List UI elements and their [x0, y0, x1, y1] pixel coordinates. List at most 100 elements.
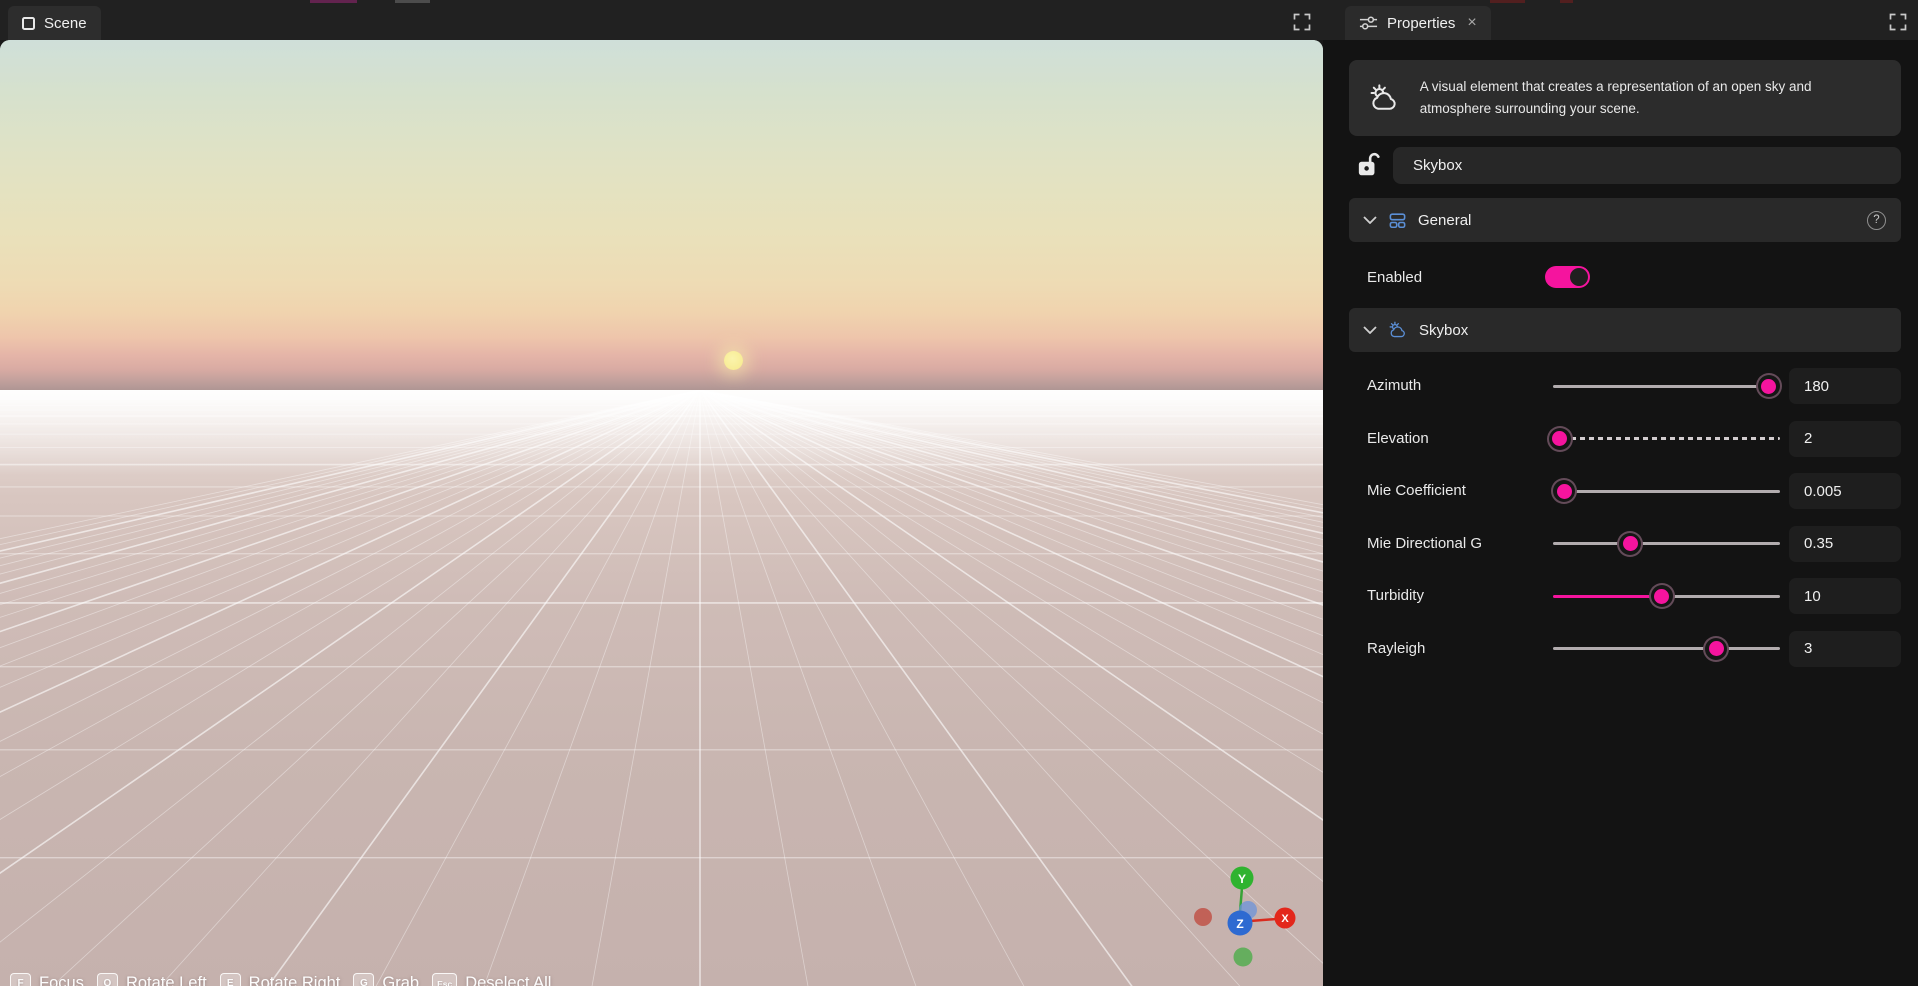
slider-label: Azimuth — [1367, 368, 1421, 404]
scene-expand-button[interactable] — [1293, 13, 1311, 31]
slider[interactable] — [1553, 421, 1780, 457]
slider-track[interactable] — [1553, 437, 1780, 440]
axis-gizmo[interactable]: Y Z X — [1180, 850, 1300, 986]
slider[interactable] — [1553, 578, 1780, 614]
component-description-box: A visual element that creates a represen… — [1349, 60, 1901, 136]
editor-app: Scene Properties × FFocusQRotate — [0, 0, 1918, 986]
slider-row: Mie Coefficient — [1323, 473, 1918, 509]
sky-gradient — [0, 40, 1323, 390]
fullscreen-icon — [1889, 13, 1907, 31]
slider-handle-dot — [1623, 536, 1638, 551]
slider-row: Rayleigh — [1323, 631, 1918, 667]
axis-neg-x-ball[interactable] — [1194, 908, 1212, 926]
perspective-grid — [0, 390, 1323, 986]
tab-properties[interactable]: Properties × — [1345, 6, 1491, 40]
slider-handle[interactable] — [1547, 426, 1573, 452]
slider-track[interactable] — [1553, 385, 1780, 388]
slider-handle[interactable] — [1756, 373, 1782, 399]
slider-handle-dot — [1654, 589, 1669, 604]
properties-tab-label: Properties — [1387, 15, 1455, 32]
entity-name-input[interactable] — [1393, 147, 1901, 184]
top-edge-fragment — [1490, 0, 1525, 3]
properties-expand-button[interactable] — [1889, 13, 1907, 31]
keycap: G — [353, 973, 374, 986]
slider-label: Rayleigh — [1367, 631, 1425, 667]
shortcut-hint: Esc Deselect All — [432, 973, 551, 986]
top-edge-fragment — [1560, 0, 1573, 3]
axis-y-ball[interactable]: Y — [1231, 867, 1254, 890]
slider-handle[interactable] — [1551, 478, 1577, 504]
keycap: E — [220, 973, 241, 986]
keycap: Q — [97, 973, 118, 986]
help-icon[interactable]: ? — [1867, 211, 1886, 230]
slider-value-input[interactable] — [1789, 368, 1901, 404]
lock-button[interactable] — [1356, 151, 1380, 179]
general-section-icon — [1388, 211, 1407, 230]
shortcut-hints-bar: FFocus QRotate Left ERotate Right G Grab Esc D… — [10, 973, 551, 986]
general-section-label: General — [1418, 212, 1471, 229]
slider-label: Elevation — [1367, 421, 1429, 457]
scene-viewport[interactable]: FFocus QRotate Left ERotate Right G Grab Esc D… — [0, 40, 1323, 986]
shortcut-label: Deselect All — [465, 974, 551, 986]
slider-label: Mie Coefficient — [1367, 473, 1466, 509]
slider-handle[interactable] — [1649, 583, 1675, 609]
axis-x-ball[interactable]: X — [1275, 908, 1296, 929]
shortcut-hint: FFocus — [10, 973, 84, 986]
slider-label: Turbidity — [1367, 578, 1424, 614]
slider[interactable] — [1553, 526, 1780, 562]
keycap: Esc — [432, 973, 457, 986]
slider[interactable] — [1553, 631, 1780, 667]
component-description: A visual element that creates a represen… — [1420, 76, 1881, 121]
sun — [724, 351, 743, 370]
slider-value-input[interactable] — [1789, 631, 1901, 667]
tab-bar: Scene Properties × — [0, 0, 1918, 40]
sliders-icon — [1359, 15, 1378, 31]
slider-row: Elevation — [1323, 421, 1918, 457]
slider-value-input[interactable] — [1789, 473, 1901, 509]
shortcut-hint: QRotate Left — [97, 973, 207, 986]
slider-value-input[interactable] — [1789, 526, 1901, 562]
shortcut-hint: ERotate Right — [220, 973, 341, 986]
slider-handle-dot — [1557, 484, 1572, 499]
top-edge-fragment — [310, 0, 357, 3]
slider-value-input[interactable] — [1789, 578, 1901, 614]
slider-handle-dot — [1761, 379, 1776, 394]
slider-track[interactable] — [1553, 542, 1780, 545]
slider-handle-dot — [1552, 431, 1567, 446]
toggle-knob — [1570, 268, 1588, 286]
skybox-section-label: Skybox — [1419, 322, 1468, 339]
slider-handle-dot — [1709, 641, 1724, 656]
keycap: F — [10, 973, 31, 986]
shortcut-label: Grab — [382, 974, 419, 986]
close-icon[interactable]: × — [1467, 15, 1476, 31]
enabled-label: Enabled — [1367, 269, 1422, 286]
slider-row: Turbidity — [1323, 578, 1918, 614]
chevron-down-icon — [1363, 216, 1377, 224]
section-header-skybox[interactable]: Skybox — [1349, 308, 1901, 352]
svg-text:Z: Z — [1236, 917, 1243, 931]
scene-viewport-icon — [22, 17, 35, 30]
section-header-general[interactable]: General ? — [1349, 198, 1901, 242]
properties-panel: A visual element that creates a represen… — [1323, 40, 1918, 986]
slider-row: Azimuth — [1323, 368, 1918, 404]
top-edge-fragment — [395, 0, 430, 3]
slider-handle[interactable] — [1703, 636, 1729, 662]
svg-text:Y: Y — [1238, 872, 1246, 886]
fullscreen-icon — [1293, 13, 1311, 31]
scene-tab-label: Scene — [44, 15, 87, 32]
chevron-down-icon — [1363, 326, 1377, 334]
slider-row: Mie Directional G — [1323, 526, 1918, 562]
slider-handle[interactable] — [1617, 531, 1643, 557]
enabled-toggle[interactable] — [1545, 266, 1590, 288]
slider-track[interactable] — [1553, 647, 1780, 650]
slider-value-input[interactable] — [1789, 421, 1901, 457]
shortcut-hint: G Grab — [353, 973, 419, 986]
axis-z-ball[interactable]: Z — [1228, 911, 1253, 936]
slider-track[interactable] — [1553, 490, 1780, 493]
tab-scene[interactable]: Scene — [8, 6, 101, 40]
slider[interactable] — [1553, 368, 1780, 404]
slider-label: Mie Directional G — [1367, 526, 1482, 562]
slider[interactable] — [1553, 473, 1780, 509]
sun-behind-cloud-icon — [1368, 81, 1401, 115]
axis-neg-y-ball[interactable] — [1234, 948, 1253, 967]
